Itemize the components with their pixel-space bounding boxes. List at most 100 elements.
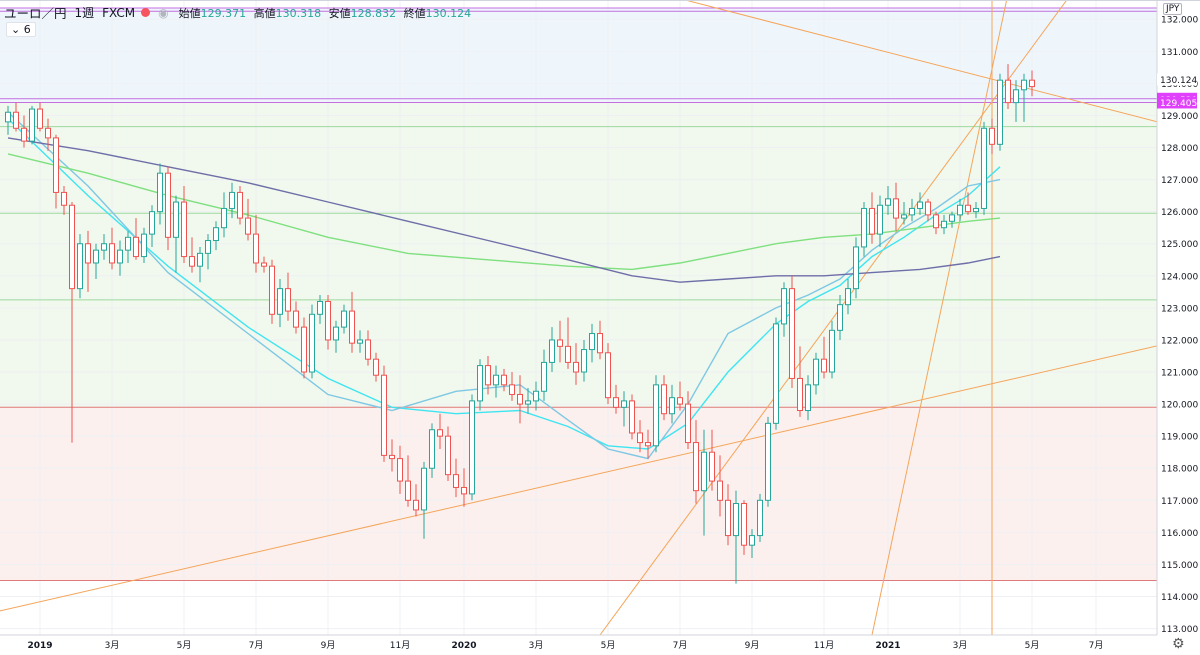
candle-body — [869, 207, 875, 235]
candle-body — [893, 198, 899, 219]
candle — [997, 73, 1003, 151]
x-tick-label: 2019 — [27, 641, 52, 651]
candle — [853, 237, 859, 299]
time-axis — [0, 635, 1157, 655]
candle-body — [205, 240, 211, 254]
x-tick-label: 9月 — [745, 640, 760, 651]
candle-body — [749, 535, 755, 546]
low-value: 128.832 — [350, 6, 397, 20]
y-tick-label: 117.000 — [1161, 497, 1198, 507]
interval-label[interactable]: 1週 — [75, 4, 95, 21]
y-tick-label: 125.000 — [1161, 240, 1198, 250]
candle-body — [381, 374, 387, 456]
candle — [629, 394, 635, 440]
x-tick-label: 3月 — [105, 640, 120, 651]
candle-body — [685, 403, 691, 444]
candle-body — [173, 201, 179, 238]
candle-body — [197, 252, 203, 267]
candle-body — [285, 288, 291, 312]
candle-body — [773, 323, 779, 424]
candle-body — [797, 377, 803, 412]
candle-body — [141, 233, 147, 258]
candle-body — [965, 204, 971, 213]
candle-body — [757, 499, 763, 537]
candle-body — [717, 480, 723, 501]
y-tick-label: 128.000 — [1161, 144, 1198, 154]
x-tick-label: 2021 — [875, 641, 900, 651]
candle-body — [917, 201, 923, 209]
candle-body — [573, 361, 579, 373]
currency-badge[interactable]: JPY — [1163, 3, 1183, 15]
candle-body — [293, 310, 299, 328]
candle — [77, 234, 83, 299]
candle-body — [365, 339, 371, 360]
candle-body — [845, 288, 851, 306]
candle-body — [765, 422, 771, 501]
candle-body — [373, 358, 379, 376]
candle-body — [853, 246, 859, 290]
candle-body — [557, 339, 563, 347]
x-tick-label: 2020 — [451, 641, 476, 651]
candle — [789, 275, 795, 389]
candle-body — [709, 451, 715, 482]
candle-body — [933, 214, 939, 229]
candle-body — [901, 214, 907, 219]
candle — [757, 493, 763, 542]
y-tick-label: 118.000 — [1161, 465, 1198, 475]
y-tick-label: 132.000 — [1161, 16, 1198, 26]
candle-body — [605, 352, 611, 399]
candle-body — [429, 429, 435, 469]
candle-body — [693, 442, 699, 492]
open-value: 129.371 — [200, 6, 247, 20]
candle — [381, 365, 387, 462]
high-label: 高値 — [253, 6, 276, 20]
candle-body — [277, 288, 283, 315]
candle-body — [149, 211, 155, 235]
x-tick-label: 11月 — [814, 640, 834, 651]
low-label: 安値 — [328, 6, 351, 20]
y-tick-label: 122.000 — [1161, 336, 1198, 346]
candle-body — [981, 127, 987, 209]
candle-body — [701, 451, 707, 492]
x-tick-label: 7月 — [1089, 640, 1104, 651]
candle-body — [589, 333, 595, 351]
indicator-toggle[interactable]: ⌄ 6 — [6, 22, 36, 37]
candle-body — [213, 227, 219, 242]
exchange-label: FXCM — [102, 5, 136, 20]
candle-body — [93, 249, 99, 264]
y-tick-label: 119.000 — [1161, 433, 1198, 443]
candle — [309, 304, 315, 379]
price-chart[interactable]: 113.000 114.000 115.000 116.000 117.000 118.0… — [0, 0, 1200, 655]
y-tick-label: 131.000 — [1161, 48, 1198, 58]
gear-icon[interactable]: ⚙ — [1172, 636, 1185, 652]
eye-icon[interactable]: ◉ — [158, 6, 168, 20]
candle-body — [477, 365, 483, 402]
candle-body — [253, 233, 259, 264]
candle — [29, 105, 35, 145]
symbol-name[interactable]: ユーロ／円 — [4, 3, 67, 22]
plot-area — [0, 0, 1157, 635]
candle-body — [1005, 79, 1011, 104]
candle-body — [925, 201, 931, 216]
x-tick-label: 5月 — [177, 640, 192, 651]
y-tick-label: 120.000 — [1161, 401, 1198, 411]
candle-body — [453, 474, 459, 488]
indicator-count: 6 — [23, 23, 31, 36]
candle-body — [133, 236, 139, 258]
candle-body — [165, 172, 171, 238]
candle-body — [53, 137, 59, 193]
candle-body — [725, 499, 731, 537]
x-tick-label: 3月 — [953, 640, 968, 651]
candle-body — [989, 127, 995, 145]
candle-body — [861, 207, 867, 248]
candle-body — [181, 201, 187, 258]
candle — [469, 394, 475, 501]
high-value: 130.318 — [275, 6, 322, 20]
candle-body — [789, 288, 795, 379]
candle-body — [341, 310, 347, 328]
candle-body — [661, 384, 667, 415]
candle-body — [509, 384, 515, 395]
candle-body — [541, 361, 547, 392]
y-tick-label: 126.000 — [1161, 208, 1198, 218]
candle-body — [405, 480, 411, 501]
